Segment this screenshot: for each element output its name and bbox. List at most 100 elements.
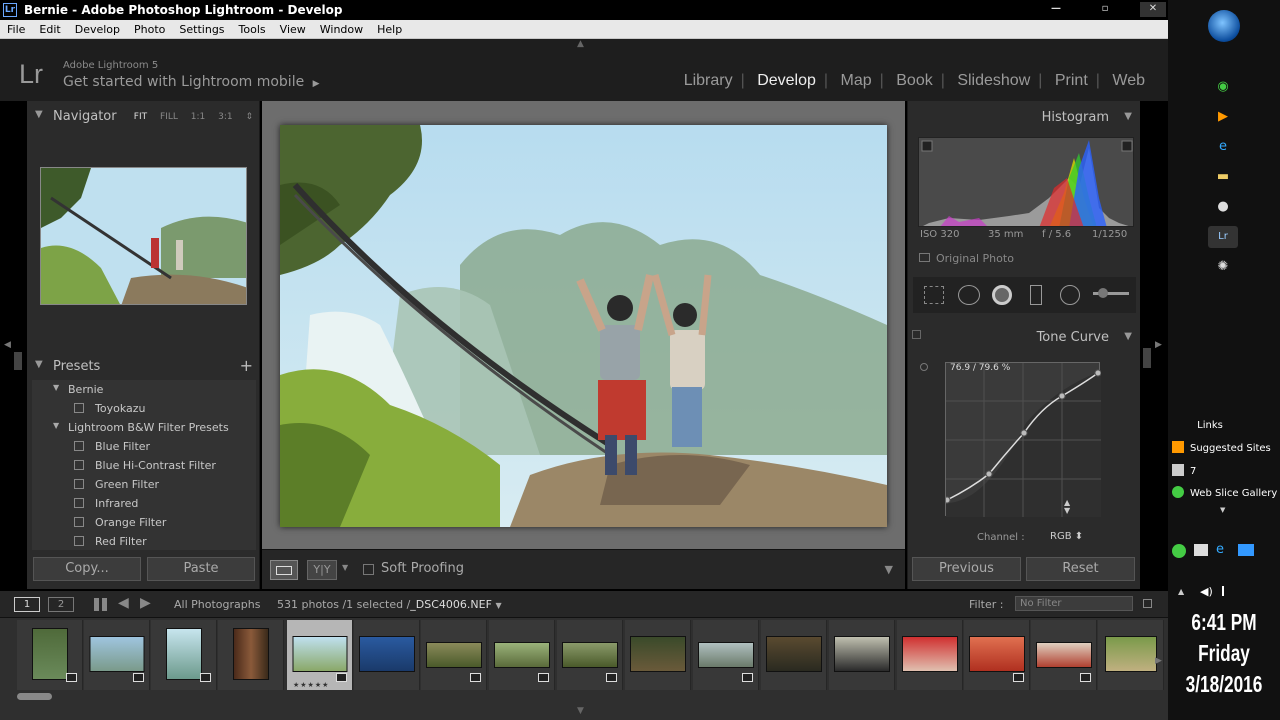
view-mode-dropdown-icon[interactable]: ▼ xyxy=(342,563,348,572)
reset-button[interactable]: Reset xyxy=(1026,557,1135,581)
zoom-fill[interactable]: FILL xyxy=(160,112,178,122)
copy-button[interactable]: Copy... xyxy=(33,557,141,581)
menu-window[interactable]: Window xyxy=(313,20,370,36)
tone-curve-header[interactable]: Tone Curve ▼ xyxy=(908,330,1140,354)
right-panel-toggle-icon[interactable]: ▶ xyxy=(1155,340,1162,350)
zoom-3-1[interactable]: 3:1 xyxy=(218,112,232,122)
main-window-button[interactable]: 1 xyxy=(14,597,40,612)
desktop-icon[interactable] xyxy=(1238,544,1254,556)
filmstrip-scroll-right-icon[interactable]: ▶ xyxy=(1155,656,1162,666)
module-book[interactable]: Book xyxy=(888,72,940,89)
menu-settings[interactable]: Settings xyxy=(172,20,231,36)
right-scrollbar[interactable] xyxy=(1143,348,1151,368)
presets-header[interactable]: ▼ Presets + xyxy=(27,354,259,378)
film-cell[interactable] xyxy=(84,620,150,690)
film-cell[interactable] xyxy=(761,620,827,690)
menu-edit[interactable]: Edit xyxy=(32,20,67,36)
get-started-link[interactable]: Get started with Lightroom mobile ▶ xyxy=(63,74,320,90)
spot-removal-tool-icon[interactable] xyxy=(958,285,980,305)
link-suggested-sites[interactable]: Suggested Sites xyxy=(1172,441,1271,454)
film-cell[interactable] xyxy=(218,620,284,690)
network-icon[interactable] xyxy=(1222,586,1234,596)
film-cell-selected[interactable]: ★★★★★ xyxy=(287,620,353,690)
system-clock[interactable]: 6:41 PM Friday 3/18/2016 xyxy=(1168,605,1280,698)
chrome-icon[interactable]: ◉ xyxy=(1208,76,1238,98)
toolbar-menu-icon[interactable]: ▼ xyxy=(885,563,893,576)
targeted-adjustment-icon[interactable] xyxy=(920,363,928,371)
module-map[interactable]: Map xyxy=(833,72,880,89)
module-develop[interactable]: Develop xyxy=(749,72,824,89)
filmstrip-scrollbar[interactable] xyxy=(17,693,52,700)
media-player-icon[interactable]: ▶ xyxy=(1208,106,1238,128)
film-cell[interactable] xyxy=(897,620,963,690)
menu-view[interactable]: View xyxy=(273,20,313,36)
filter-select[interactable]: No Filter xyxy=(1015,596,1133,611)
before-after-button[interactable]: Y|Y xyxy=(307,560,337,580)
menu-help[interactable]: Help xyxy=(370,20,409,36)
film-cell[interactable] xyxy=(151,620,217,690)
zoom-more-icon[interactable]: ⇕ xyxy=(245,112,253,122)
chrome-small-icon[interactable] xyxy=(1172,544,1186,558)
module-library[interactable]: Library xyxy=(676,72,741,89)
second-window-button[interactable]: 2 xyxy=(48,597,74,612)
film-cell[interactable] xyxy=(625,620,691,690)
radial-filter-icon[interactable] xyxy=(1060,285,1080,305)
volume-icon[interactable]: ◀) xyxy=(1200,585,1213,598)
film-cell[interactable] xyxy=(1098,620,1164,690)
preset-item[interactable]: Blue Filter xyxy=(32,437,256,456)
add-preset-button[interactable]: + xyxy=(240,356,253,375)
menu-file[interactable]: File xyxy=(0,20,32,36)
folder-icon[interactable]: ▬ xyxy=(1208,166,1238,188)
zoom-1-1[interactable]: 1:1 xyxy=(191,112,205,122)
maximize-button[interactable]: ▫ xyxy=(1092,2,1118,17)
window-icon[interactable] xyxy=(1194,544,1208,556)
minimize-button[interactable]: — xyxy=(1043,2,1069,17)
preset-item[interactable]: Infrared xyxy=(32,494,256,513)
menu-photo[interactable]: Photo xyxy=(127,20,172,36)
photo-canvas[interactable] xyxy=(262,101,905,549)
left-scrollbar[interactable] xyxy=(14,352,22,370)
navigator-preview[interactable] xyxy=(40,167,247,305)
internet-explorer-icon[interactable]: e xyxy=(1208,136,1238,158)
film-cell[interactable] xyxy=(489,620,555,690)
histogram-header[interactable]: Histogram ▼ xyxy=(908,108,1140,132)
preset-item[interactable]: Toyokazu xyxy=(32,399,256,418)
tone-curve-graph[interactable]: ▲ ▼ xyxy=(943,362,1102,517)
ie-small-icon[interactable]: e xyxy=(1216,542,1224,557)
previous-button[interactable]: Previous xyxy=(912,557,1021,581)
soft-proofing-checkbox[interactable] xyxy=(363,564,374,575)
film-reel-icon[interactable]: ✺ xyxy=(1208,256,1238,278)
filename-dropdown-icon[interactable]: ▼ xyxy=(495,601,501,610)
menu-tools[interactable]: Tools xyxy=(232,20,273,36)
links-more-icon[interactable]: ▼ xyxy=(1220,506,1225,514)
red-eye-tool-icon[interactable] xyxy=(992,285,1012,305)
preset-item[interactable]: Red Filter xyxy=(32,532,256,551)
filter-lock-icon[interactable] xyxy=(1143,599,1152,608)
top-panel-toggle-icon[interactable]: ▲ xyxy=(577,39,584,49)
link-web-slice-gallery[interactable]: Web Slice Gallery xyxy=(1172,486,1277,499)
selected-filename[interactable]: _DSC4006.NEF xyxy=(410,598,492,611)
preset-item[interactable]: Blue Hi-Contrast Filter xyxy=(32,456,256,475)
back-arrow-icon[interactable]: ◀ xyxy=(118,595,129,611)
windows-start-icon[interactable] xyxy=(1208,10,1240,42)
module-slideshow[interactable]: Slideshow xyxy=(949,72,1038,89)
channel-select[interactable]: RGB ⬍ xyxy=(1050,531,1083,542)
film-cell[interactable] xyxy=(829,620,895,690)
navigator-header[interactable]: ▼ Navigator FIT FILL 1:1 3:1 ⇕ xyxy=(27,104,259,128)
menu-develop[interactable]: Develop xyxy=(68,20,127,36)
forward-arrow-icon[interactable]: ▶ xyxy=(140,595,151,611)
graduated-filter-icon[interactable] xyxy=(1030,285,1042,305)
preset-item[interactable]: Green Filter xyxy=(32,475,256,494)
link-7[interactable]: 7 xyxy=(1172,464,1196,477)
film-cell[interactable] xyxy=(693,620,759,690)
film-cell[interactable] xyxy=(964,620,1030,690)
tray-expand-icon[interactable]: ▲ xyxy=(1178,587,1184,596)
paste-button[interactable]: Paste xyxy=(147,557,255,581)
grid-view-icon[interactable] xyxy=(94,598,107,611)
left-panel-toggle-icon[interactable]: ◀ xyxy=(4,340,11,350)
pin-icon[interactable]: ● xyxy=(1208,196,1238,218)
main-photo[interactable] xyxy=(280,125,887,527)
preset-folder[interactable]: ▼ Lightroom B&W Filter Presets xyxy=(32,418,256,437)
rating-stars[interactable]: ★★★★★ xyxy=(293,681,329,689)
crop-tool-icon[interactable] xyxy=(924,286,944,304)
